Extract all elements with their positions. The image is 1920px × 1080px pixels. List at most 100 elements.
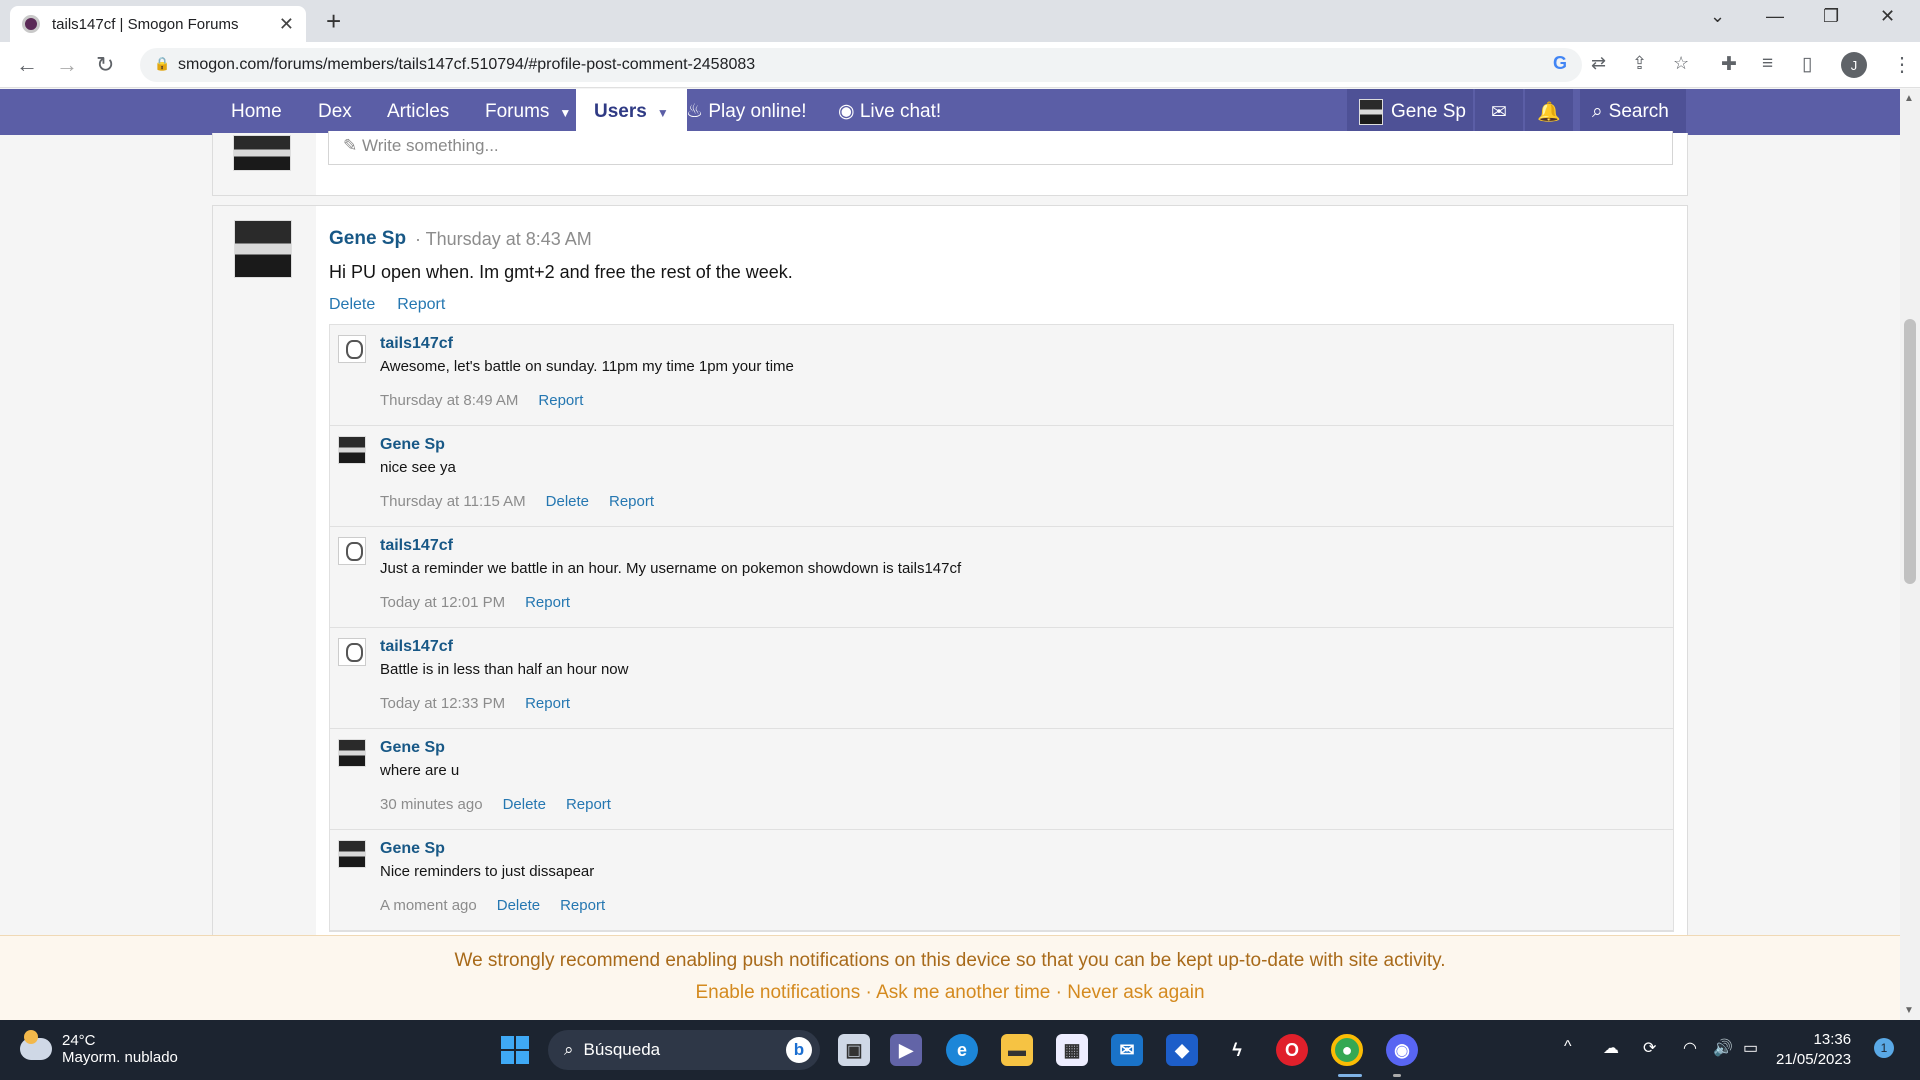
running-app-indicator — [1393, 1074, 1401, 1077]
address-bar[interactable]: 🔒 smogon.com/forums/members/tails147cf.5… — [140, 48, 1582, 82]
comment-time[interactable]: Thursday at 8:49 AM — [380, 392, 518, 409]
inbox-icon[interactable]: ✉ — [1475, 89, 1523, 135]
extensions-icon[interactable]: ✚ — [1721, 53, 1737, 76]
discord-icon[interactable]: ◉ — [1386, 1034, 1418, 1066]
tray-chevron-icon[interactable]: ^ — [1564, 1038, 1572, 1056]
post-avatar[interactable] — [234, 220, 292, 278]
sync-icon[interactable]: ⟳ — [1643, 1038, 1656, 1058]
report-link[interactable]: Report — [609, 493, 654, 510]
comment-avatar[interactable] — [338, 436, 366, 464]
comment-meta: Today at 12:01 PM Report — [380, 594, 570, 611]
onedrive-icon[interactable]: ☁ — [1603, 1038, 1619, 1058]
edge-icon[interactable]: e — [946, 1034, 978, 1066]
store-icon[interactable]: ▦ — [1056, 1034, 1088, 1066]
browser-tab[interactable]: tails147cf | Smogon Forums ✕ — [10, 6, 306, 42]
system-clock[interactable]: 13:36 21/05/2023 — [1776, 1030, 1851, 1070]
post-time[interactable]: · Thursday at 8:43 AM — [415, 229, 592, 250]
search-button[interactable]: ⌕ Search — [1580, 89, 1686, 135]
comment-author[interactable]: Gene Sp — [380, 739, 445, 757]
teams-icon[interactable]: ▶ — [890, 1034, 922, 1066]
nav-dex[interactable]: Dex — [318, 89, 352, 135]
tab-search-icon[interactable]: ⌄ — [1710, 6, 1725, 27]
discord-icon: ◉ — [838, 101, 860, 122]
comment-time[interactable]: Today at 12:33 PM — [380, 695, 505, 712]
nav-live-chat[interactable]: ◉ Live chat! — [838, 89, 941, 135]
report-link[interactable]: Report — [566, 796, 611, 813]
volume-icon[interactable]: 🔊 — [1713, 1038, 1733, 1058]
battery-icon[interactable]: ▭ — [1743, 1038, 1758, 1058]
comment-author[interactable]: Gene Sp — [380, 436, 445, 454]
mail-icon[interactable]: ✉ — [1111, 1034, 1143, 1066]
nav-forums[interactable]: Forums ▼ — [485, 89, 571, 135]
comment-time[interactable]: 30 minutes ago — [380, 796, 483, 813]
close-tab-icon[interactable]: ✕ — [279, 14, 294, 35]
delete-link[interactable]: Delete — [329, 296, 375, 314]
comment-avatar[interactable] — [338, 537, 366, 565]
report-link[interactable]: Report — [538, 392, 583, 409]
restore-icon[interactable]: ❐ — [1823, 6, 1839, 27]
chevron-down-icon[interactable]: ▼ — [657, 106, 669, 120]
nav-play-online[interactable]: ♨ Play online! — [686, 89, 807, 135]
delete-link[interactable]: Delete — [503, 796, 546, 813]
comment-avatar[interactable] — [338, 840, 366, 868]
scrollbar-thumb[interactable] — [1904, 319, 1916, 584]
minimize-icon[interactable]: — — [1766, 6, 1784, 27]
comment-author[interactable]: tails147cf — [380, 638, 453, 656]
user-menu[interactable]: Gene Sp — [1347, 89, 1473, 135]
comment-time[interactable]: Thursday at 11:15 AM — [380, 493, 526, 510]
alerts-bell-icon[interactable]: 🔔 — [1525, 89, 1573, 135]
scroll-down-icon[interactable]: ▼ — [1904, 1005, 1914, 1016]
delete-link[interactable]: Delete — [546, 493, 589, 510]
comment-time[interactable]: Today at 12:01 PM — [380, 594, 505, 611]
wifi-icon[interactable]: ◠ — [1683, 1038, 1697, 1058]
chevron-down-icon[interactable]: ▼ — [559, 106, 571, 120]
menu-kebab-icon[interactable]: ⋮ — [1892, 52, 1912, 77]
nav-chat-label: Live chat! — [859, 101, 942, 122]
comment-author[interactable]: Gene Sp — [380, 840, 445, 858]
translate-icon[interactable]: ⇄ — [1591, 53, 1606, 74]
taskbar-search[interactable]: ⌕ Búsqueda b — [548, 1030, 820, 1070]
comment-author[interactable]: tails147cf — [380, 335, 453, 353]
notification-badge[interactable]: 1 — [1874, 1038, 1894, 1058]
google-lens-icon[interactable]: G — [1553, 53, 1567, 74]
chrome-icon[interactable]: ● — [1331, 1034, 1363, 1066]
weather-widget[interactable]: 24°C Mayorm. nublado — [20, 1030, 178, 1066]
back-icon[interactable]: ← — [16, 52, 38, 78]
post-author[interactable]: Gene Sp — [329, 228, 406, 250]
report-link[interactable]: Report — [525, 695, 570, 712]
opera-icon[interactable]: O — [1276, 1034, 1308, 1066]
share-icon[interactable]: ⇪ — [1632, 53, 1647, 74]
new-tab-icon[interactable]: + — [326, 6, 341, 37]
report-link[interactable]: Report — [525, 594, 570, 611]
delete-link[interactable]: Delete — [497, 897, 540, 914]
task-view-icon[interactable]: ▣ — [838, 1034, 870, 1066]
dropbox-icon[interactable]: ◆ — [1166, 1034, 1198, 1066]
scroll-up-icon[interactable]: ▲ — [1904, 93, 1914, 104]
enable-notifications-link[interactable]: Enable notifications — [695, 982, 860, 1003]
file-explorer-icon[interactable]: ▬ — [1001, 1034, 1033, 1066]
nav-articles[interactable]: Articles — [387, 89, 449, 135]
window-close-icon[interactable]: ✕ — [1880, 6, 1895, 27]
ask-later-link[interactable]: Ask me another time — [876, 982, 1050, 1003]
comment-avatar[interactable] — [338, 638, 366, 666]
comment-avatar[interactable] — [338, 739, 366, 767]
comment-avatar[interactable] — [338, 335, 366, 363]
smogon-favicon-icon — [22, 15, 40, 33]
profile-avatar[interactable]: J — [1841, 52, 1867, 78]
page-scrollbar[interactable]: ▲ ▼ — [1900, 89, 1920, 1020]
forward-icon[interactable]: → — [56, 52, 78, 78]
side-panel-icon[interactable]: ▯ — [1802, 53, 1812, 76]
report-link[interactable]: Report — [560, 897, 605, 914]
write-something-input[interactable]: ✎ Write something... — [328, 131, 1673, 165]
media-icon[interactable]: ≡ — [1762, 53, 1773, 75]
report-link[interactable]: Report — [397, 296, 445, 314]
never-ask-link[interactable]: Never ask again — [1067, 982, 1204, 1003]
app-lightning-icon[interactable]: ϟ — [1221, 1034, 1253, 1066]
comment-time[interactable]: A moment ago — [380, 897, 477, 914]
reload-icon[interactable]: ↻ — [96, 52, 114, 78]
comment-author[interactable]: tails147cf — [380, 537, 453, 555]
bookmark-star-icon[interactable]: ☆ — [1673, 53, 1689, 74]
nav-home[interactable]: Home — [231, 89, 282, 135]
nav-users[interactable]: Users ▼ — [576, 89, 687, 135]
windows-start-icon[interactable] — [501, 1036, 529, 1064]
